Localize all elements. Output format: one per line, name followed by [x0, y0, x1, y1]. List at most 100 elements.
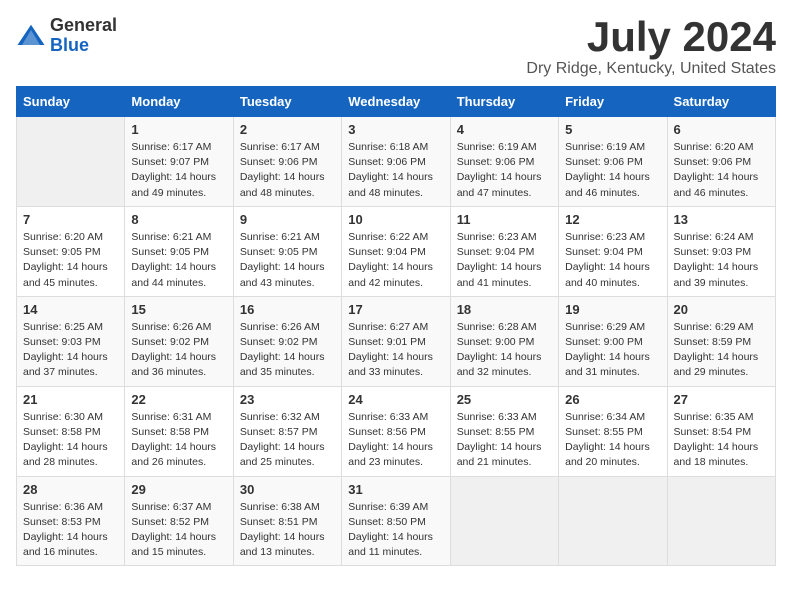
day-number: 27	[674, 392, 769, 407]
calendar-cell: 11 Sunrise: 6:23 AMSunset: 9:04 PMDaylig…	[450, 206, 558, 296]
cell-info: Sunrise: 6:31 AMSunset: 8:58 PMDaylight:…	[131, 410, 226, 471]
day-number: 3	[348, 122, 443, 137]
day-number: 11	[457, 212, 552, 227]
day-number: 20	[674, 302, 769, 317]
logo-blue: Blue	[50, 36, 117, 56]
calendar-cell: 28 Sunrise: 6:36 AMSunset: 8:53 PMDaylig…	[17, 476, 125, 566]
day-number: 7	[23, 212, 118, 227]
cell-info: Sunrise: 6:34 AMSunset: 8:55 PMDaylight:…	[565, 410, 660, 471]
header-friday: Friday	[559, 87, 667, 117]
calendar-cell: 17 Sunrise: 6:27 AMSunset: 9:01 PMDaylig…	[342, 296, 450, 386]
cell-info: Sunrise: 6:36 AMSunset: 8:53 PMDaylight:…	[23, 500, 118, 561]
day-number: 18	[457, 302, 552, 317]
day-number: 12	[565, 212, 660, 227]
cell-info: Sunrise: 6:39 AMSunset: 8:50 PMDaylight:…	[348, 500, 443, 561]
day-number: 15	[131, 302, 226, 317]
cell-info: Sunrise: 6:20 AMSunset: 9:05 PMDaylight:…	[23, 230, 118, 291]
calendar-table: Sunday Monday Tuesday Wednesday Thursday…	[16, 86, 776, 566]
day-number: 30	[240, 482, 335, 497]
subtitle: Dry Ridge, Kentucky, United States	[526, 60, 776, 78]
day-number: 13	[674, 212, 769, 227]
calendar-cell: 1 Sunrise: 6:17 AMSunset: 9:07 PMDayligh…	[125, 117, 233, 207]
calendar-cell: 14 Sunrise: 6:25 AMSunset: 9:03 PMDaylig…	[17, 296, 125, 386]
cell-info: Sunrise: 6:21 AMSunset: 9:05 PMDaylight:…	[131, 230, 226, 291]
calendar-cell: 4 Sunrise: 6:19 AMSunset: 9:06 PMDayligh…	[450, 117, 558, 207]
calendar-cell: 24 Sunrise: 6:33 AMSunset: 8:56 PMDaylig…	[342, 386, 450, 476]
cell-info: Sunrise: 6:24 AMSunset: 9:03 PMDaylight:…	[674, 230, 769, 291]
main-title: July 2024	[526, 16, 776, 58]
day-number: 4	[457, 122, 552, 137]
header-thursday: Thursday	[450, 87, 558, 117]
cell-info: Sunrise: 6:21 AMSunset: 9:05 PMDaylight:…	[240, 230, 335, 291]
calendar-cell: 5 Sunrise: 6:19 AMSunset: 9:06 PMDayligh…	[559, 117, 667, 207]
calendar-cell: 30 Sunrise: 6:38 AMSunset: 8:51 PMDaylig…	[233, 476, 341, 566]
calendar-cell: 21 Sunrise: 6:30 AMSunset: 8:58 PMDaylig…	[17, 386, 125, 476]
day-number: 14	[23, 302, 118, 317]
cell-info: Sunrise: 6:17 AMSunset: 9:07 PMDaylight:…	[131, 140, 226, 201]
calendar-cell: 19 Sunrise: 6:29 AMSunset: 9:00 PMDaylig…	[559, 296, 667, 386]
calendar-cell	[450, 476, 558, 566]
calendar-cell: 25 Sunrise: 6:33 AMSunset: 8:55 PMDaylig…	[450, 386, 558, 476]
day-number: 26	[565, 392, 660, 407]
calendar-cell	[559, 476, 667, 566]
day-number: 1	[131, 122, 226, 137]
cell-info: Sunrise: 6:29 AMSunset: 9:00 PMDaylight:…	[565, 320, 660, 381]
cell-info: Sunrise: 6:19 AMSunset: 9:06 PMDaylight:…	[457, 140, 552, 201]
cell-info: Sunrise: 6:26 AMSunset: 9:02 PMDaylight:…	[240, 320, 335, 381]
cell-info: Sunrise: 6:22 AMSunset: 9:04 PMDaylight:…	[348, 230, 443, 291]
calendar-cell: 8 Sunrise: 6:21 AMSunset: 9:05 PMDayligh…	[125, 206, 233, 296]
cell-info: Sunrise: 6:23 AMSunset: 9:04 PMDaylight:…	[565, 230, 660, 291]
cell-info: Sunrise: 6:30 AMSunset: 8:58 PMDaylight:…	[23, 410, 118, 471]
day-number: 19	[565, 302, 660, 317]
calendar-cell: 7 Sunrise: 6:20 AMSunset: 9:05 PMDayligh…	[17, 206, 125, 296]
calendar-header: Sunday Monday Tuesday Wednesday Thursday…	[17, 87, 776, 117]
cell-info: Sunrise: 6:27 AMSunset: 9:01 PMDaylight:…	[348, 320, 443, 381]
day-number: 22	[131, 392, 226, 407]
logo-icon	[16, 21, 46, 51]
cell-info: Sunrise: 6:28 AMSunset: 9:00 PMDaylight:…	[457, 320, 552, 381]
calendar-cell	[667, 476, 775, 566]
cell-info: Sunrise: 6:23 AMSunset: 9:04 PMDaylight:…	[457, 230, 552, 291]
calendar-week-2: 7 Sunrise: 6:20 AMSunset: 9:05 PMDayligh…	[17, 206, 776, 296]
day-number: 21	[23, 392, 118, 407]
calendar-cell: 10 Sunrise: 6:22 AMSunset: 9:04 PMDaylig…	[342, 206, 450, 296]
header-sunday: Sunday	[17, 87, 125, 117]
header-row: Sunday Monday Tuesday Wednesday Thursday…	[17, 87, 776, 117]
logo-text: General Blue	[50, 16, 117, 56]
day-number: 2	[240, 122, 335, 137]
title-block: July 2024 Dry Ridge, Kentucky, United St…	[526, 16, 776, 78]
calendar-cell: 13 Sunrise: 6:24 AMSunset: 9:03 PMDaylig…	[667, 206, 775, 296]
cell-info: Sunrise: 6:35 AMSunset: 8:54 PMDaylight:…	[674, 410, 769, 471]
day-number: 10	[348, 212, 443, 227]
cell-info: Sunrise: 6:32 AMSunset: 8:57 PMDaylight:…	[240, 410, 335, 471]
calendar-cell: 23 Sunrise: 6:32 AMSunset: 8:57 PMDaylig…	[233, 386, 341, 476]
cell-info: Sunrise: 6:20 AMSunset: 9:06 PMDaylight:…	[674, 140, 769, 201]
cell-info: Sunrise: 6:17 AMSunset: 9:06 PMDaylight:…	[240, 140, 335, 201]
header-wednesday: Wednesday	[342, 87, 450, 117]
calendar-cell	[17, 117, 125, 207]
logo-general: General	[50, 16, 117, 36]
day-number: 23	[240, 392, 335, 407]
page-header: General Blue July 2024 Dry Ridge, Kentuc…	[16, 16, 776, 78]
calendar-week-3: 14 Sunrise: 6:25 AMSunset: 9:03 PMDaylig…	[17, 296, 776, 386]
logo: General Blue	[16, 16, 117, 56]
calendar-cell: 18 Sunrise: 6:28 AMSunset: 9:00 PMDaylig…	[450, 296, 558, 386]
calendar-cell: 29 Sunrise: 6:37 AMSunset: 8:52 PMDaylig…	[125, 476, 233, 566]
day-number: 9	[240, 212, 335, 227]
calendar-body: 1 Sunrise: 6:17 AMSunset: 9:07 PMDayligh…	[17, 117, 776, 566]
calendar-cell: 26 Sunrise: 6:34 AMSunset: 8:55 PMDaylig…	[559, 386, 667, 476]
cell-info: Sunrise: 6:25 AMSunset: 9:03 PMDaylight:…	[23, 320, 118, 381]
day-number: 25	[457, 392, 552, 407]
header-monday: Monday	[125, 87, 233, 117]
header-saturday: Saturday	[667, 87, 775, 117]
calendar-cell: 6 Sunrise: 6:20 AMSunset: 9:06 PMDayligh…	[667, 117, 775, 207]
calendar-cell: 12 Sunrise: 6:23 AMSunset: 9:04 PMDaylig…	[559, 206, 667, 296]
calendar-cell: 16 Sunrise: 6:26 AMSunset: 9:02 PMDaylig…	[233, 296, 341, 386]
calendar-week-1: 1 Sunrise: 6:17 AMSunset: 9:07 PMDayligh…	[17, 117, 776, 207]
calendar-cell: 15 Sunrise: 6:26 AMSunset: 9:02 PMDaylig…	[125, 296, 233, 386]
cell-info: Sunrise: 6:19 AMSunset: 9:06 PMDaylight:…	[565, 140, 660, 201]
cell-info: Sunrise: 6:33 AMSunset: 8:56 PMDaylight:…	[348, 410, 443, 471]
cell-info: Sunrise: 6:37 AMSunset: 8:52 PMDaylight:…	[131, 500, 226, 561]
header-tuesday: Tuesday	[233, 87, 341, 117]
day-number: 31	[348, 482, 443, 497]
